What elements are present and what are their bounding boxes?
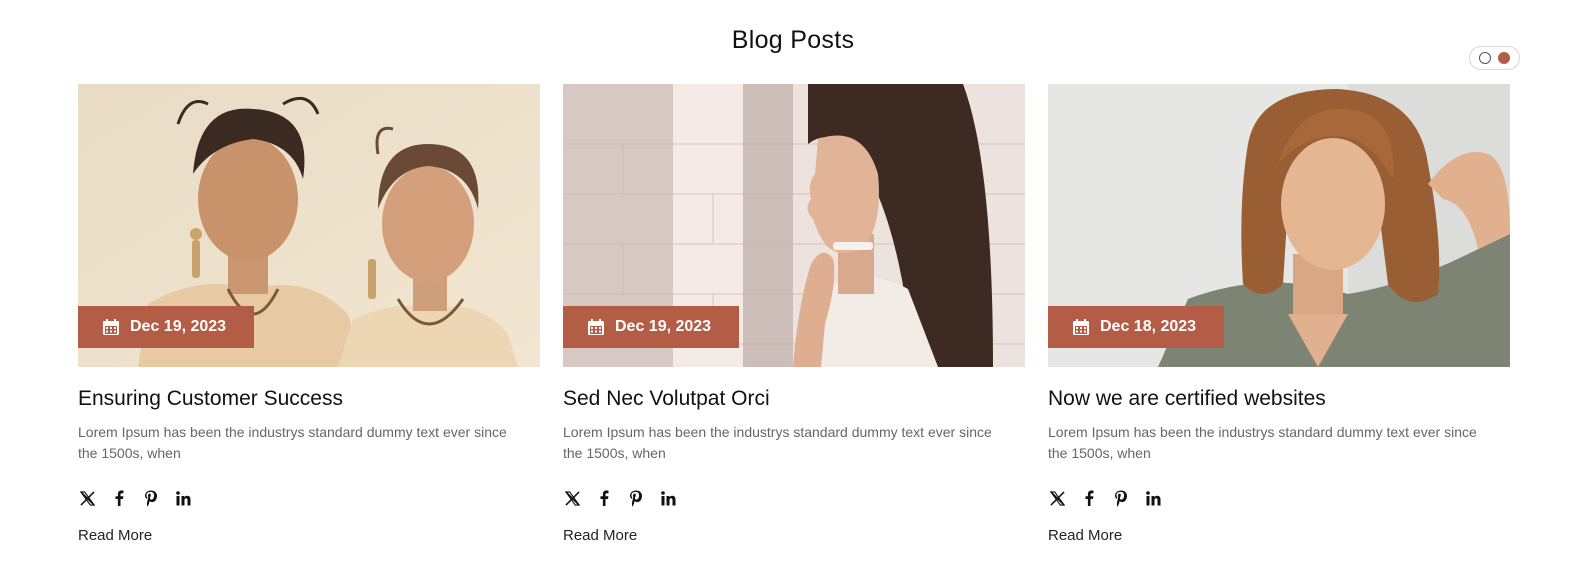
pinterest-icon[interactable] (627, 489, 645, 507)
card-title[interactable]: Ensuring Customer Success (78, 387, 540, 411)
blog-card-image[interactable]: Dec 18, 2023 (1048, 84, 1510, 367)
date-text: Dec 18, 2023 (1100, 318, 1197, 335)
calendar-icon (1073, 319, 1089, 335)
read-more-link[interactable]: Read More (78, 527, 152, 544)
card-title[interactable]: Now we are certified websites (1048, 387, 1510, 411)
social-share (563, 488, 1025, 508)
social-share (78, 488, 540, 508)
pinterest-icon[interactable] (1112, 489, 1130, 507)
facebook-icon[interactable] (595, 489, 613, 507)
x-icon[interactable] (78, 489, 96, 507)
blog-card: Dec 18, 2023 Now we are certified websit… (1048, 84, 1510, 545)
card-excerpt: Lorem Ipsum has been the industrys stand… (78, 424, 507, 461)
blog-cards: Dec 19, 2023 Ensuring Customer Success L… (78, 84, 1510, 545)
read-more-link[interactable]: Read More (1048, 527, 1122, 544)
x-icon[interactable] (1048, 489, 1066, 507)
blog-card: Dec 19, 2023 Ensuring Customer Success L… (78, 84, 540, 545)
date-badge: Dec 19, 2023 (563, 306, 740, 348)
blog-card-image[interactable]: Dec 19, 2023 (78, 84, 540, 367)
pinterest-icon[interactable] (142, 489, 160, 507)
pager-dot-2[interactable] (1498, 52, 1510, 64)
date-badge: Dec 19, 2023 (78, 306, 255, 348)
facebook-icon[interactable] (110, 489, 128, 507)
section-title: Blog Posts (731, 26, 855, 54)
calendar-icon (588, 319, 604, 335)
calendar-icon (103, 319, 119, 335)
blog-card-image[interactable]: Dec 19, 2023 (563, 84, 1025, 367)
social-share (1048, 488, 1510, 508)
card-title[interactable]: Sed Nec Volutpat Orci (563, 387, 1025, 411)
card-excerpt: Lorem Ipsum has been the industrys stand… (563, 424, 992, 461)
linkedin-icon[interactable] (174, 489, 192, 507)
date-text: Dec 19, 2023 (615, 318, 712, 335)
linkedin-icon[interactable] (1144, 489, 1162, 507)
date-badge: Dec 18, 2023 (1048, 306, 1225, 348)
card-excerpt: Lorem Ipsum has been the industrys stand… (1048, 424, 1477, 461)
linkedin-icon[interactable] (659, 489, 677, 507)
facebook-icon[interactable] (1080, 489, 1098, 507)
date-text: Dec 19, 2023 (130, 318, 227, 335)
carousel-pager (1469, 46, 1520, 70)
blog-card: Dec 19, 2023 Sed Nec Volutpat Orci Lorem… (563, 84, 1025, 545)
read-more-link[interactable]: Read More (563, 527, 637, 544)
pager-dot-1[interactable] (1479, 52, 1491, 64)
x-icon[interactable] (563, 489, 581, 507)
